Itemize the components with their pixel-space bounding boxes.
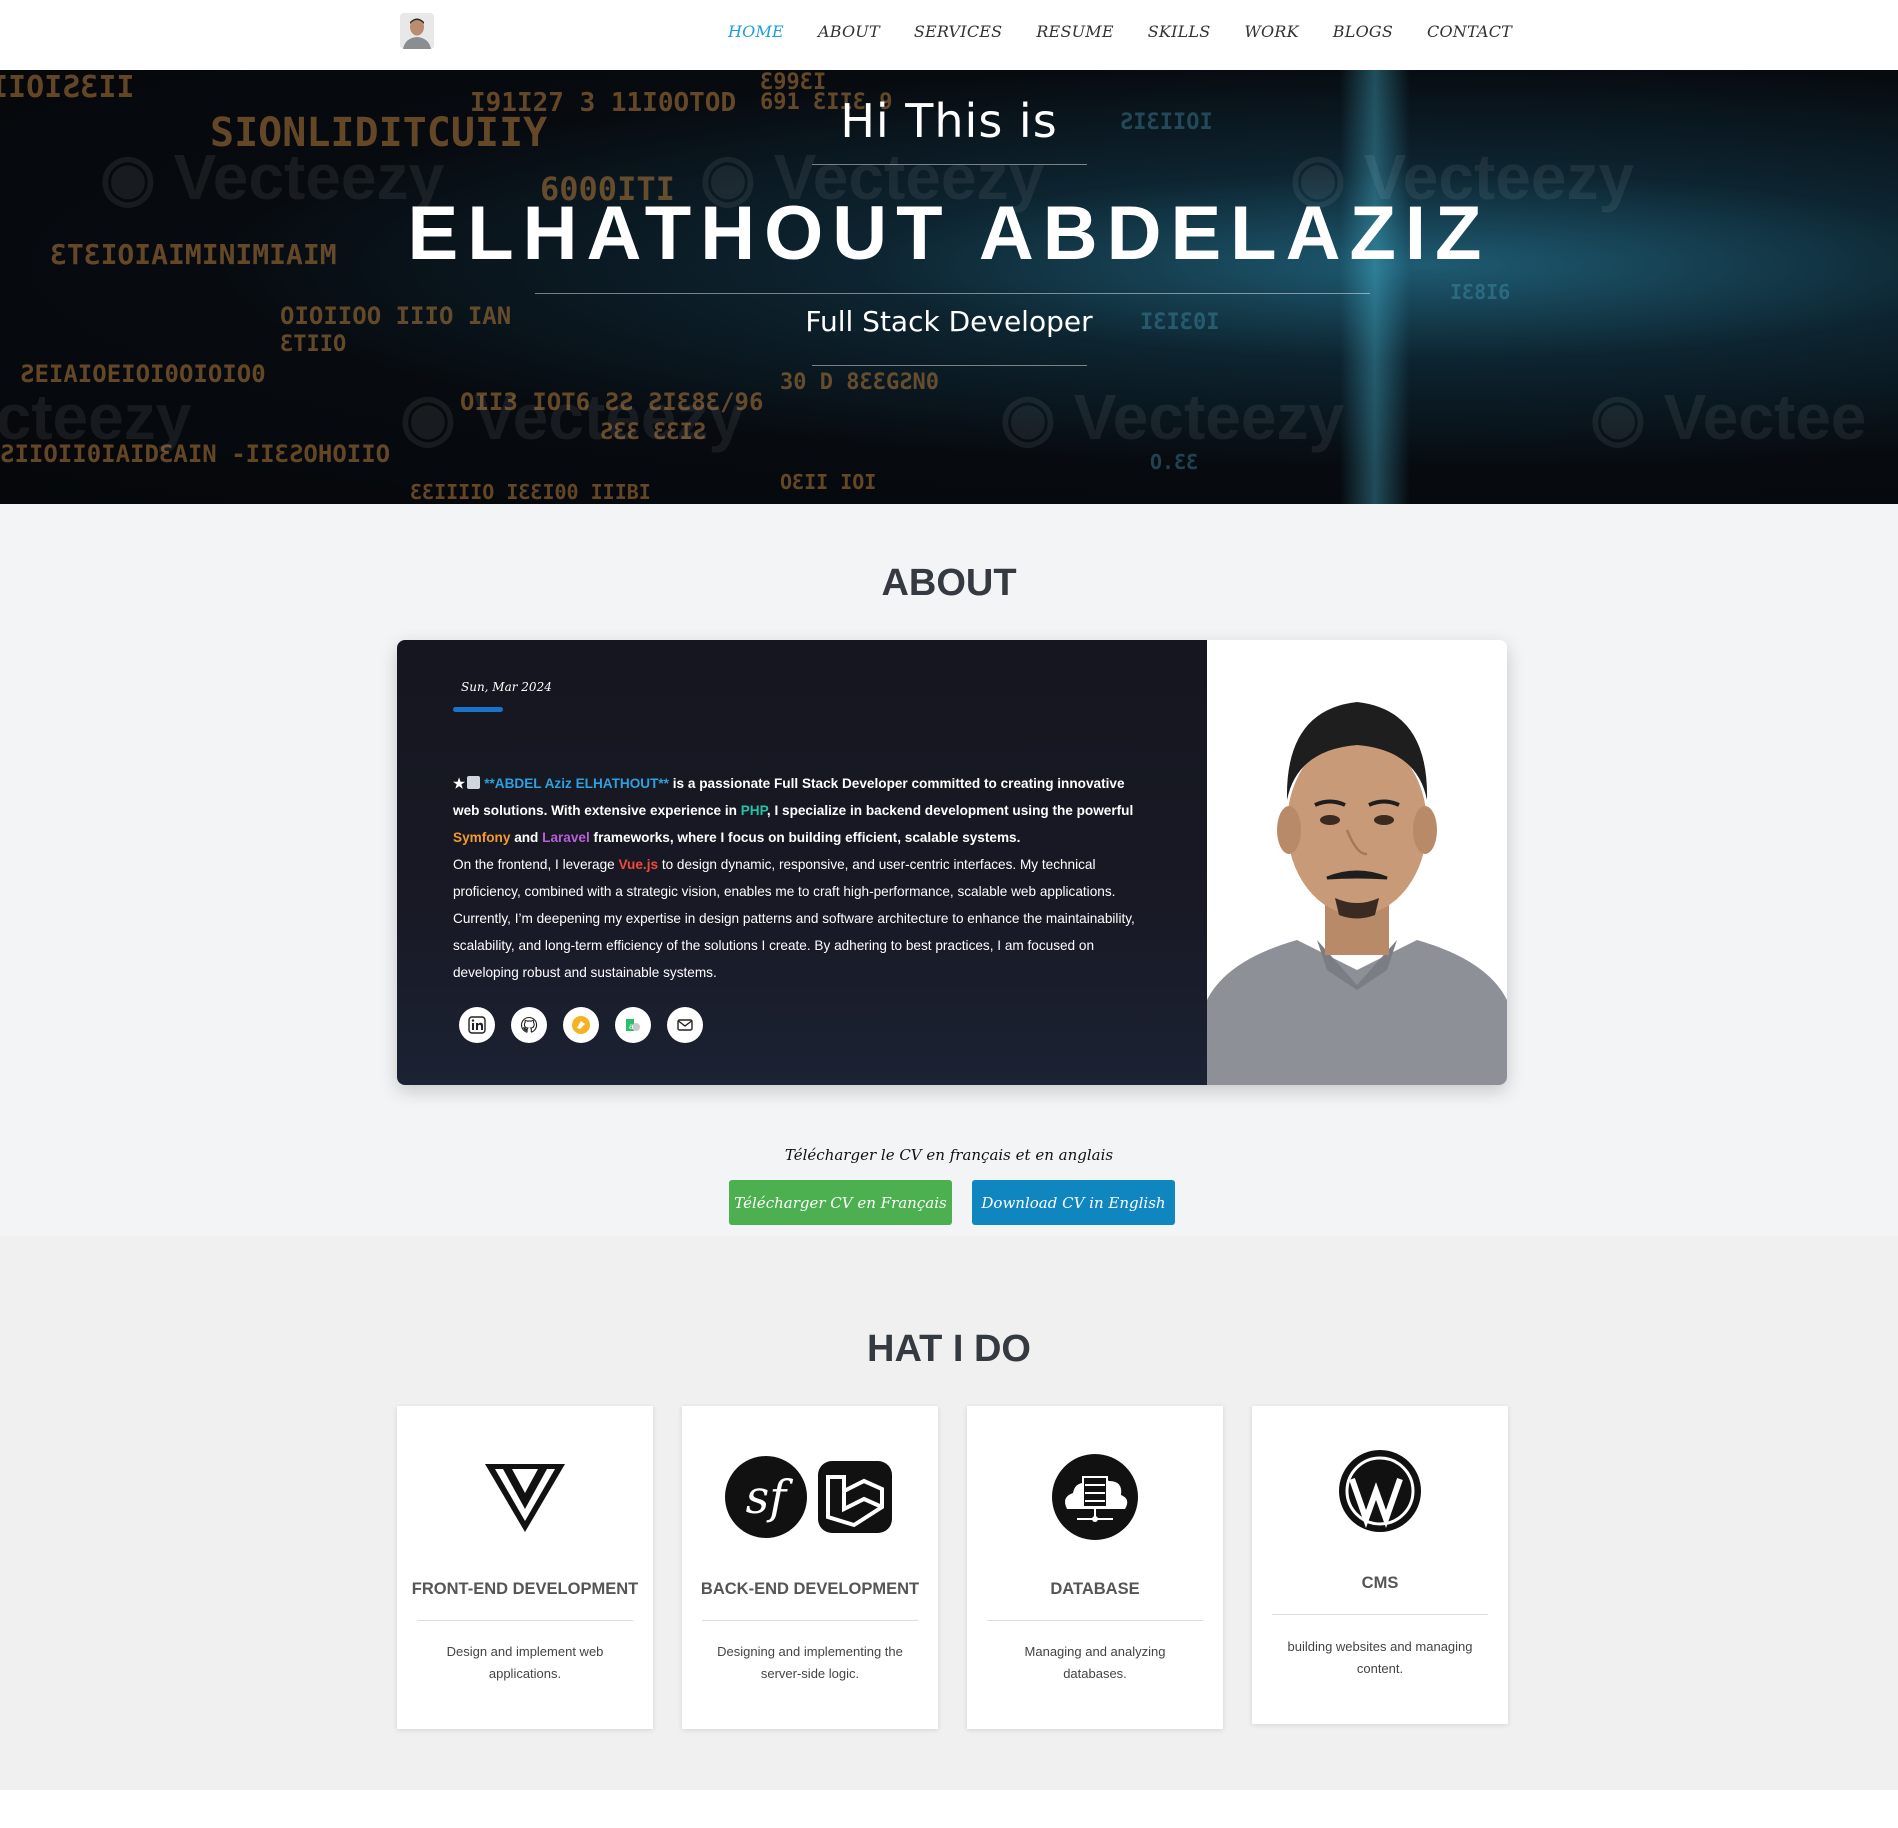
top-navbar: HOME ABOUT SERVICES RESUME SKILLS WORK B… (0, 0, 1898, 70)
hero-watermark: ecteezy (0, 381, 192, 453)
service-title: CMS (1361, 1574, 1399, 1592)
service-desc: Designing and implementing the server-si… (717, 1644, 903, 1681)
hero-divider (812, 164, 1087, 165)
about-php: PHP (740, 803, 767, 818)
avatar-logo[interactable] (400, 13, 434, 49)
service-card-frontend: FRONT-END DEVELOPMENT Design and impleme… (397, 1406, 653, 1729)
wordpress-icon (1252, 1446, 1508, 1536)
about-card-body: Sun, Mar 2024 ★ **ABDEL Aziz ELHATHOUT** … (397, 640, 1207, 1085)
download-cv-fr-button[interactable]: Télécharger CV en Français (729, 1180, 952, 1225)
hero-banner: IIOIƧƐII SIONLIDITCUIIY I91I27 3 11I0OTO… (0, 70, 1898, 504)
hero-divider (535, 293, 1370, 294)
service-divider (702, 1620, 918, 1621)
nav-resume[interactable]: RESUME (1036, 22, 1113, 41)
nav-work[interactable]: WORK (1244, 22, 1298, 41)
nav-about[interactable]: ABOUT (818, 22, 880, 41)
about-text: ★ **ABDEL Aziz ELHATHOUT** is a passionat… (453, 770, 1153, 986)
upwork-icon[interactable]: a (615, 1007, 651, 1043)
hero-bg-code: ƐƐIIIIO IƐƐI00 IIIBI (410, 480, 651, 504)
social-links: a (459, 1007, 703, 1043)
nav-menu: HOME ABOUT SERVICES RESUME SKILLS WORK B… (728, 22, 1546, 41)
about-intro-text: , I specialize in backend development us… (766, 803, 1134, 818)
nav-skills[interactable]: SKILLS (1148, 22, 1211, 41)
database-icon (967, 1452, 1223, 1542)
about-intro-text: and (510, 830, 543, 845)
coder-icon (467, 776, 481, 789)
about-card: Sun, Mar 2024 ★ **ABDEL Aziz ELHATHOUT** … (397, 640, 1507, 1085)
service-divider (1272, 1614, 1488, 1615)
services-title: HAT I DO (867, 1328, 1031, 1370)
hero-name: ELHATHOUT ABDELAZIZ (407, 191, 1491, 276)
svg-text:a: a (629, 1022, 634, 1031)
star-icon: ★ (453, 776, 466, 791)
page-bottom (0, 1790, 1898, 1828)
nav-services[interactable]: SERVICES (914, 22, 1002, 41)
about-intro-name: **ABDEL Aziz ELHATHOUT** (484, 776, 669, 791)
services-section: HAT I DO FRONT-END DEVELOPMENT Design an… (0, 1236, 1898, 1790)
hero-bg-code: IƐ8I6 (1450, 280, 1511, 304)
nav-contact[interactable]: CONTACT (1427, 22, 1512, 41)
service-title: DATABASE (1050, 1580, 1140, 1598)
hero-greeting: Hi This is (840, 94, 1058, 148)
service-title: FRONT-END DEVELOPMENT (411, 1580, 639, 1598)
hero-bg-code: 30 D 8ƐƐGƧN0 (780, 370, 939, 395)
profile-photo (1207, 640, 1507, 1085)
hero-role: Full Stack Developer (805, 305, 1093, 338)
symfony-laravel-icon: sf (682, 1452, 938, 1542)
about-accent-bar (453, 707, 503, 712)
service-desc: Managing and analyzing databases. (1024, 1644, 1166, 1681)
nav-blogs[interactable]: BLOGS (1333, 22, 1393, 41)
service-card-backend: sf BACK-END DEVELOPMENT Designing and im… (682, 1406, 938, 1729)
download-caption: Télécharger le CV en français et en angl… (784, 1146, 1114, 1164)
about-section: ABOUT Sun, Mar 2024 ★ **ABDEL Aziz ELHATH… (0, 504, 1898, 1236)
service-title: BACK-END DEVELOPMENT (700, 1580, 920, 1598)
github-icon[interactable] (511, 1007, 547, 1043)
download-cv-en-button[interactable]: Download CV in English (972, 1180, 1175, 1225)
service-card-cms: CMS building websites and managing conte… (1252, 1406, 1508, 1724)
service-card-database: DATABASE Managing and analyzing database… (967, 1406, 1223, 1729)
about-frontend-text: to design dynamic, responsive, and user-… (453, 857, 1135, 980)
nav-home[interactable]: HOME (728, 22, 784, 41)
email-icon[interactable] (667, 1007, 703, 1043)
service-divider (987, 1620, 1203, 1621)
about-symfony: Symfony (453, 830, 511, 845)
hero-bg-code: OƐII IOI (780, 470, 877, 494)
hero-divider (812, 365, 1087, 366)
service-divider (417, 1620, 633, 1621)
service-desc: building websites and managing content. (1287, 1639, 1473, 1676)
hero-watermark: ◉ Vectee (1590, 381, 1867, 453)
about-title: ABOUT (881, 562, 1017, 604)
service-desc: Design and implement web applications. (446, 1644, 604, 1681)
vue-icon (397, 1452, 653, 1542)
about-frontend-text: On the frontend, I leverage (453, 857, 619, 872)
about-intro-text: frameworks, where I focus on building ef… (589, 830, 1021, 845)
hero-watermark: ◉ Vecteezy (1000, 381, 1345, 453)
linkedin-icon[interactable] (459, 1007, 495, 1043)
about-date: Sun, Mar 2024 (461, 680, 552, 694)
about-vue: Vue.js (618, 857, 659, 872)
codepen-icon[interactable] (563, 1007, 599, 1043)
hero-watermark: ◉ Vecteezy (400, 381, 745, 453)
about-laravel: Laravel (542, 830, 590, 845)
svg-text:sf: sf (746, 1470, 794, 1524)
